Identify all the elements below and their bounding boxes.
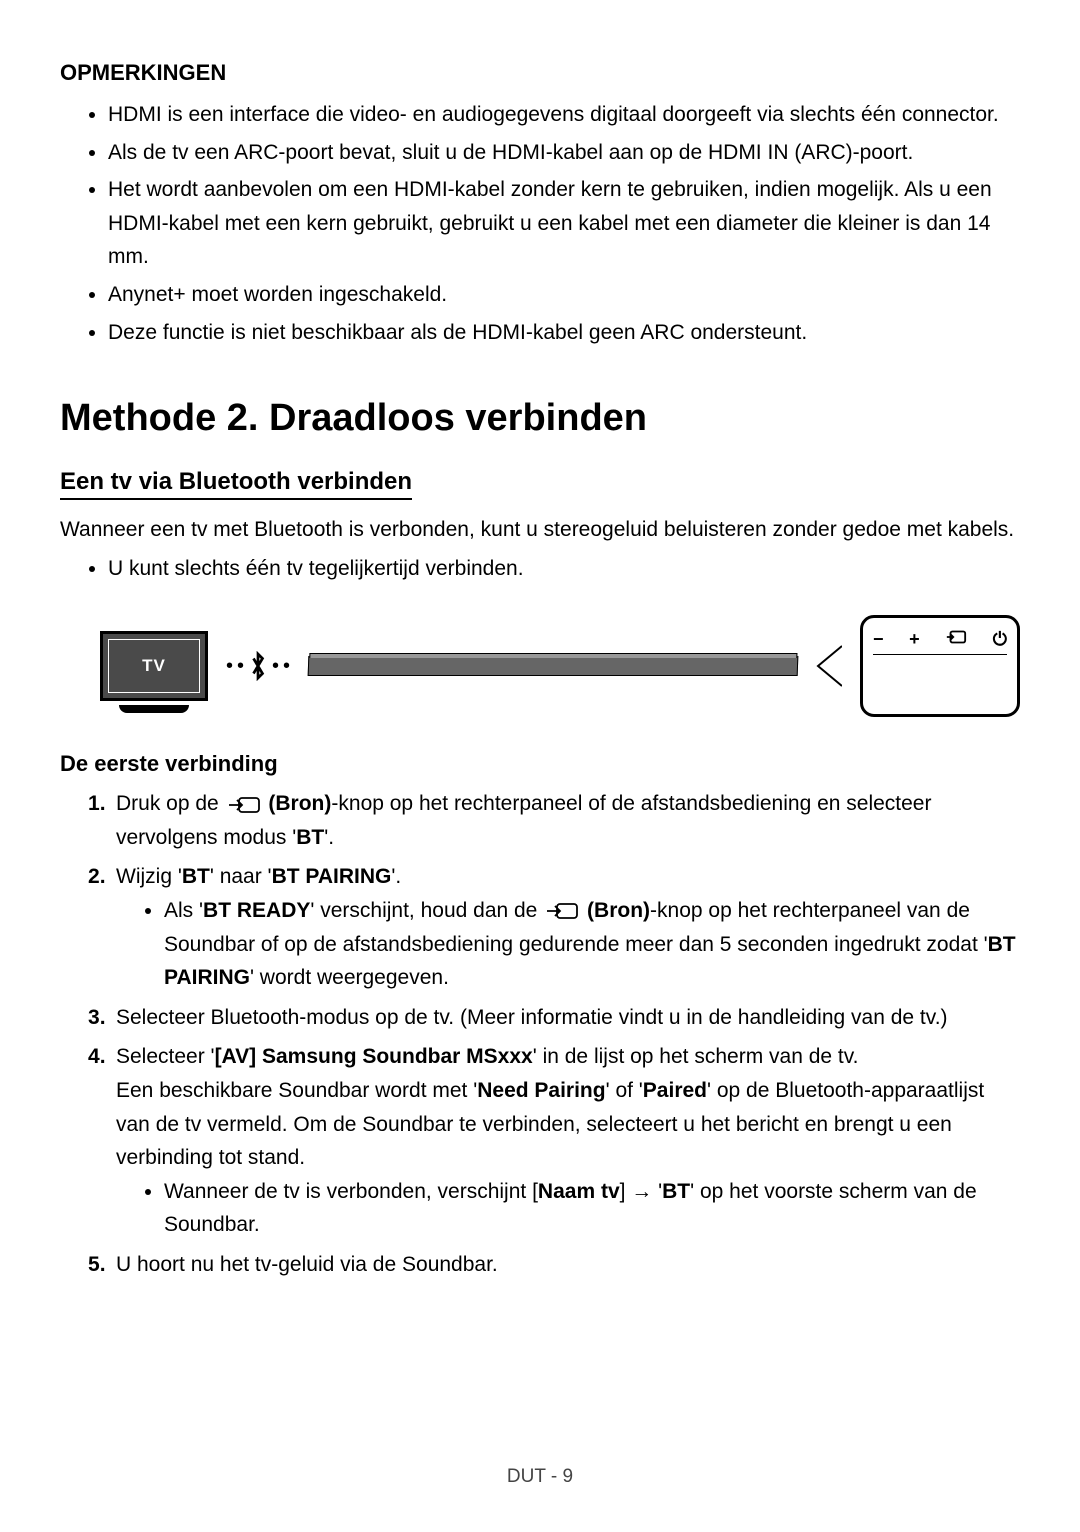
steps-list: Druk op de (Bron)-knop op het rechterpan…: [60, 787, 1020, 1281]
intro-text: Wanneer een tv met Bluetooth is verbonde…: [60, 514, 1020, 547]
source-icon: [227, 795, 261, 815]
note-item: Het wordt aanbevolen om een HDMI-kabel z…: [108, 173, 1020, 274]
step-text: ' of ': [606, 1079, 643, 1102]
source-icon: [545, 901, 579, 921]
notes-list: HDMI is een interface die video- en audi…: [60, 98, 1020, 349]
step-text: (Bron): [581, 899, 650, 922]
step-4-sublist: Wanneer de tv is verbonden, verschijnt […: [116, 1175, 1020, 1242]
step-text: BT: [296, 826, 324, 849]
step-text: ' in de lijst op het scherm van de tv.: [533, 1045, 859, 1068]
step-text: Wanneer de tv is verbonden, verschijnt [: [164, 1180, 538, 1203]
step-text: Een beschikbare Soundbar wordt met ': [116, 1079, 477, 1102]
connection-arrow-icon: [816, 636, 842, 696]
step-text: '.: [324, 826, 334, 849]
note-item: Anynet+ moet worden ingeschakeld.: [108, 278, 1020, 312]
step-text: BT READY: [203, 899, 310, 922]
step-text: BT: [662, 1180, 690, 1203]
step-text: [AV] Samsung Soundbar MSxxx: [215, 1045, 533, 1068]
step-2: Wijzig 'BT' naar 'BT PAIRING'. Als 'BT R…: [88, 860, 1020, 994]
note-item: Als de tv een ARC-poort bevat, sluit u d…: [108, 136, 1020, 170]
step-text: '.: [391, 865, 401, 888]
step-text: ] → ': [620, 1180, 663, 1203]
step-text: (Bron): [263, 792, 332, 815]
step-2-sublist: Als 'BT READY' verschijnt, houd dan de (…: [116, 894, 1020, 995]
remote-plus-icon: +: [909, 629, 920, 650]
notes-heading: OPMERKINGEN: [60, 60, 1020, 86]
step-text: Need Pairing: [477, 1079, 605, 1102]
section-heading: Methode 2. Draadloos verbinden: [60, 397, 1020, 440]
bluetooth-signal-icon: •• ••: [226, 651, 290, 681]
step-text: BT: [182, 865, 210, 888]
tv-icon: TV: [100, 631, 208, 701]
soundbar-icon: [308, 656, 799, 676]
intro-bullet-list: U kunt slechts één tv tegelijkertijd ver…: [60, 553, 1020, 586]
step-text: Selecteer ': [116, 1045, 215, 1068]
first-connection-heading: De eerste verbinding: [60, 751, 1020, 777]
step-text: Wijzig ': [116, 865, 182, 888]
step-text: Als ': [164, 899, 203, 922]
connection-diagram: TV •• •• − + ⏻: [60, 615, 1020, 717]
step-text: ' wordt weergegeven.: [250, 966, 449, 989]
step-1: Druk op de (Bron)-knop op het rechterpan…: [88, 787, 1020, 854]
note-item: Deze functie is niet beschikbaar als de …: [108, 316, 1020, 350]
note-item: HDMI is een interface die video- en audi…: [108, 98, 1020, 132]
step-text: BT PAIRING: [272, 865, 392, 888]
step-5: U hoort nu het tv-geluid via de Soundbar…: [88, 1248, 1020, 1282]
step-text: Naam tv: [538, 1180, 620, 1203]
remote-icon: − + ⏻: [860, 615, 1020, 717]
intro-bullet: U kunt slechts één tv tegelijkertijd ver…: [108, 553, 1020, 586]
step-text: ' naar ': [210, 865, 272, 888]
step-text: ' verschijnt, houd dan de: [310, 899, 543, 922]
subsection-heading: Een tv via Bluetooth verbinden: [60, 468, 412, 500]
step-4-subitem: Wanneer de tv is verbonden, verschijnt […: [164, 1175, 1020, 1242]
remote-power-icon: ⏻: [993, 629, 1007, 650]
page-footer: DUT - 9: [0, 1466, 1080, 1488]
step-4: Selecteer '[AV] Samsung Soundbar MSxxx' …: [88, 1040, 1020, 1242]
step-2-subitem: Als 'BT READY' verschijnt, houd dan de (…: [164, 894, 1020, 995]
remote-source-icon: [945, 628, 967, 651]
step-3: Selecteer Bluetooth-modus op de tv. (Mee…: [88, 1001, 1020, 1035]
step-text: Paired: [643, 1079, 707, 1102]
step-text: Druk op de: [116, 792, 225, 815]
remote-minus-icon: −: [873, 629, 884, 650]
